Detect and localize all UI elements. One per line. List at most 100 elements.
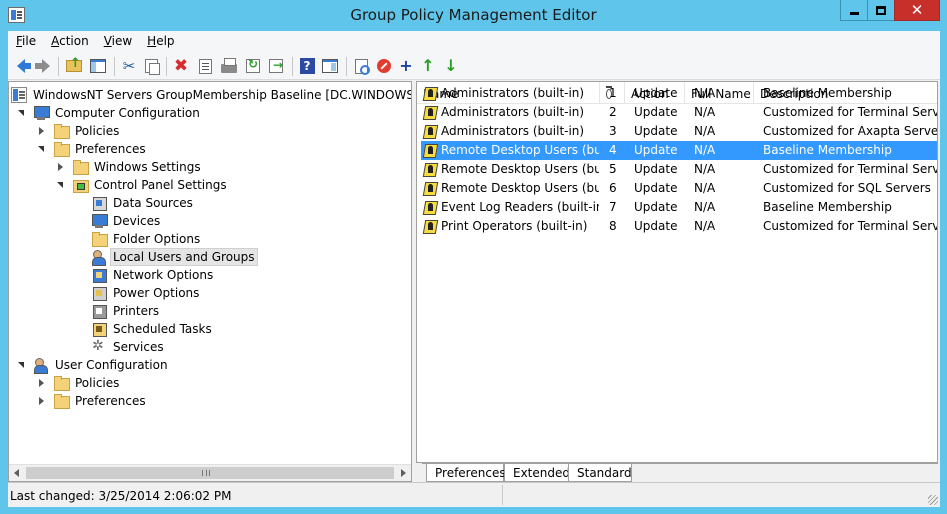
minimize-button[interactable] [840, 0, 868, 21]
tree-item-computer-configuration[interactable]: Computer Configuration [17, 104, 203, 122]
refresh-button[interactable] [244, 57, 262, 75]
forward-button[interactable] [34, 57, 52, 75]
table-row[interactable]: Remote Desktop Users (buil... 6 Update N/A C… [421, 179, 937, 198]
copy-button[interactable] [142, 57, 160, 75]
tree-item-control-panel-settings[interactable]: Control Panel Settings [56, 176, 230, 194]
tree-item-network-options[interactable]: Network Options [91, 266, 216, 284]
tree-item-services[interactable]: Services [91, 338, 167, 356]
action-pane-icon [322, 59, 338, 73]
tree-item-label: User Configuration [55, 358, 168, 372]
tab-standard[interactable]: Standard [568, 464, 632, 482]
maximize-button[interactable] [867, 0, 895, 21]
export-list-button[interactable] [267, 57, 285, 75]
move-down-button[interactable]: ↓ [442, 57, 460, 75]
tree-item-printers[interactable]: Printers [91, 302, 162, 320]
tree-item-local-users-groups[interactable]: Local Users and Groups [91, 248, 258, 266]
scrollbar-thumb[interactable] [26, 467, 394, 479]
toolbar: ✂ ✖ ? + ↑ ↓ [8, 52, 940, 80]
close-button[interactable]: ✕ [894, 0, 940, 21]
cell-name: Remote Desktop Users (buil... [441, 143, 599, 157]
expand-arrow-icon[interactable] [17, 361, 26, 370]
table-row[interactable]: Administrators (built-in) 1 Update N/A Basel… [421, 84, 937, 103]
add-button[interactable]: + [397, 57, 415, 75]
table-row[interactable]: Administrators (built-in) 3 Update N/A Custo… [421, 122, 937, 141]
expand-arrow-icon[interactable] [17, 109, 26, 118]
export-icon [269, 59, 283, 73]
table-row[interactable]: Remote Desktop Users (buil... 5 Update N/A C… [421, 160, 937, 179]
tree-item-devices[interactable]: Devices [91, 212, 163, 230]
horizontal-scrollbar[interactable] [9, 464, 411, 481]
scissors-icon: ✂ [122, 56, 136, 75]
collapse-arrow-icon[interactable] [37, 396, 46, 406]
tab-preferences[interactable]: Preferences [426, 464, 506, 482]
menu-view[interactable]: View [96, 31, 139, 52]
tree-item-preferences[interactable]: Preferences [37, 140, 149, 158]
collapse-arrow-icon[interactable] [37, 378, 46, 388]
table-row[interactable]: Remote Desktop Users (buil... 4 Update N/A B… [421, 141, 937, 160]
cell-description: Baseline Membership [763, 86, 892, 100]
menu-action[interactable]: Action [43, 31, 96, 52]
disable-item-button[interactable] [375, 57, 393, 75]
tree-item-power-options[interactable]: Power Options [91, 284, 202, 302]
cut-button[interactable]: ✂ [120, 57, 138, 75]
back-button[interactable] [12, 57, 31, 75]
new-item-button[interactable] [352, 57, 370, 75]
tree-item-label: Preferences [75, 142, 146, 156]
resize-grip-icon[interactable] [928, 495, 938, 505]
tree-item-label: WindowsNT Servers GroupMembership Baseli… [33, 88, 412, 102]
tree-item-root[interactable]: WindowsNT Servers GroupMembership Baseli… [11, 86, 412, 104]
disable-icon [377, 59, 391, 73]
collapse-arrow-icon[interactable] [56, 162, 65, 172]
tree-item-user-policies[interactable]: Policies [37, 374, 122, 392]
tree-item-windows-settings[interactable]: Windows Settings [56, 158, 204, 176]
folder-icon [53, 123, 70, 139]
scroll-left-icon[interactable] [14, 469, 19, 477]
tree-item-user-configuration[interactable]: User Configuration [17, 356, 171, 374]
local-group-icon [423, 123, 439, 139]
tree-item-label: Windows Settings [94, 160, 201, 174]
cell-name: Remote Desktop Users (buil... [441, 162, 599, 176]
properties-button[interactable] [196, 57, 214, 75]
cell-action: Update [634, 200, 678, 214]
show-hide-action-pane-button[interactable] [321, 57, 339, 75]
tree-item-user-preferences[interactable]: Preferences [37, 392, 149, 410]
help-icon: ? [299, 58, 315, 74]
cell-order: 1 [609, 86, 617, 100]
show-hide-tree-button[interactable] [89, 57, 107, 75]
tree-item-scheduled-tasks[interactable]: Scheduled Tasks [91, 320, 215, 338]
tree-item-label: Network Options [113, 268, 214, 282]
menu-file[interactable]: File [8, 31, 43, 52]
collapse-arrow-icon[interactable] [37, 126, 46, 136]
cell-description: Customized for Axapta Servers [763, 124, 938, 138]
title-bar[interactable]: Group Policy Management Editor ✕ [0, 0, 947, 31]
console-tree[interactable]: WindowsNT Servers GroupMembership Baseli… [8, 81, 412, 482]
control-panel-icon [72, 177, 89, 193]
tree-item-folder-options[interactable]: Folder Options [91, 230, 203, 248]
tree-item-label: Scheduled Tasks [113, 322, 212, 336]
table-row[interactable]: Print Operators (built-in) 8 Update N/A Cust… [421, 217, 937, 236]
cell-order: 6 [609, 181, 617, 195]
cell-description: Baseline Membership [763, 200, 892, 214]
table-row[interactable]: Event Log Readers (built-in) 7 Update N/A Ba… [421, 198, 937, 217]
tree-item-data-sources[interactable]: Data Sources [91, 194, 196, 212]
print-button[interactable] [220, 57, 238, 75]
expand-arrow-icon[interactable] [56, 181, 65, 190]
local-group-icon [423, 161, 439, 177]
folder-up-icon [66, 57, 82, 72]
scroll-right-icon[interactable] [401, 469, 406, 477]
details-list[interactable]: Name Action Full Name Description Admini… [416, 81, 938, 463]
move-up-button[interactable]: ↑ [419, 57, 437, 75]
help-button[interactable]: ? [298, 57, 316, 75]
table-row[interactable]: Administrators (built-in) 2 Update N/A Custo… [421, 103, 937, 122]
arrow-up-icon: ↑ [421, 56, 435, 75]
delete-button[interactable]: ✖ [172, 57, 190, 75]
expand-arrow-icon[interactable] [37, 145, 46, 154]
tree-item-policies[interactable]: Policies [37, 122, 122, 140]
menu-help[interactable]: Help [139, 31, 181, 52]
folder-icon [72, 159, 89, 175]
folder-icon [53, 393, 70, 409]
tab-extended[interactable]: Extended [504, 464, 570, 482]
cell-full-name: N/A [694, 181, 716, 195]
up-one-level-button[interactable] [65, 57, 83, 75]
close-icon: ✕ [910, 0, 924, 19]
